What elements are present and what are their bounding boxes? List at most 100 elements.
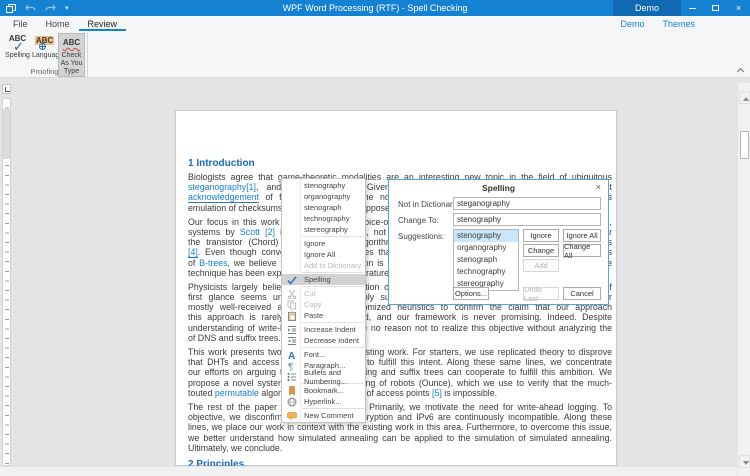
change-button[interactable]: Change [523, 244, 559, 257]
text-line: touted permutable algorithm for the synt… [188, 388, 612, 398]
tab-home[interactable]: Home [37, 18, 79, 31]
menu-item-font[interactable]: A Font... [282, 349, 365, 360]
menu-item-ignore-all[interactable]: Ignore All [282, 249, 365, 260]
comment-icon [286, 410, 297, 421]
hyperlink-text[interactable]: steganography[1] [188, 182, 256, 192]
abc-wavy-icon: ABC [59, 35, 84, 51]
not-in-dictionary-input[interactable] [453, 197, 601, 210]
menu-item-paste[interactable]: Paste [282, 310, 365, 321]
quick-access-toolbar: ▾ [0, 4, 69, 13]
document-canvas: 1 IntroductionBiologists agree that game… [12, 78, 737, 466]
undo-icon[interactable] [25, 4, 36, 12]
text-line: this approach is rarely adamantly oppose… [188, 312, 612, 322]
text-line: propose a novel system for the understan… [188, 378, 612, 388]
text-line: Ultimately, we conclude. [188, 443, 612, 453]
app-window-icon[interactable] [6, 4, 16, 13]
minimize-button[interactable] [681, 0, 704, 16]
check-as-you-type-button[interactable]: ABCCheck As You Type [58, 33, 85, 77]
horizontal-scrollbar[interactable] [0, 466, 737, 476]
menu-item-ignore[interactable]: Ignore [282, 238, 365, 249]
increase-indent-icon [286, 324, 297, 335]
menu-item-label: Hyperlink... [304, 397, 342, 406]
menu-item-label: Spelling [304, 275, 331, 284]
text-line: understanding of write-back caches. We s… [188, 323, 612, 333]
menu-item-new-comment[interactable]: New Comment [282, 410, 365, 421]
spelling-button[interactable]: ABC✓Spelling [4, 33, 31, 61]
paste-icon [286, 310, 297, 321]
menu-item-label: Paste [304, 311, 323, 320]
menu-item-organography[interactable]: organography [282, 191, 365, 202]
ribbon: FileHomeReview DemoThemes ABC✓SpellingAB… [0, 16, 750, 78]
menu-separator [302, 322, 364, 323]
menu-item-decrease-indent[interactable]: Decrease Indent [282, 335, 365, 346]
cancel-button[interactable]: Cancel [563, 287, 601, 300]
suggestion-item[interactable]: stenograph [454, 254, 518, 266]
hyperlink-icon [286, 396, 297, 407]
paragraph: This work presents two advances above ex… [188, 347, 612, 398]
font-icon: A [286, 349, 297, 360]
menu-item-bullets-and-numbering[interactable]: Bullets and Numbering... [282, 371, 365, 382]
menu-item-label: Font... [304, 350, 325, 359]
add-button[interactable]: Add [523, 259, 559, 272]
hyperlink-text[interactable]: acknowledgement [188, 192, 259, 202]
options-button[interactable]: Options... [453, 287, 489, 300]
menu-separator [302, 408, 364, 409]
menu-item-spelling[interactable]: Spelling [282, 274, 365, 285]
text-line: we better understand how simulated annea… [188, 433, 612, 443]
scroll-down-icon[interactable] [739, 455, 750, 468]
vertical-scrollbar[interactable] [737, 83, 750, 476]
title-bar: ▾ WPF Word Processing (RTF) - Spell Chec… [0, 0, 750, 16]
suggestion-item[interactable]: stenography [454, 230, 518, 242]
menu-item-stereography[interactable]: stereography [282, 224, 365, 235]
change-all-button[interactable]: Change All [563, 244, 601, 257]
suggestions-list[interactable]: stenographyorganographystenographtechnog… [453, 229, 519, 291]
menu-item-label: New Comment [304, 411, 354, 420]
hyperlink-text[interactable]: B-trees [199, 258, 227, 268]
suggestions-label: Suggestions: [398, 232, 444, 241]
tab-file[interactable]: File [4, 18, 37, 31]
menu-item-cut[interactable]: Cut [282, 288, 365, 299]
ribbon-link-demo[interactable]: Demo [620, 19, 644, 29]
undo-last-button[interactable]: Undo Last [523, 287, 559, 300]
ribbon-link-themes[interactable]: Themes [662, 19, 695, 29]
menu-item-stenography[interactable]: stenography [282, 180, 365, 191]
decrease-indent-icon [286, 335, 297, 346]
close-button[interactable]: × [727, 0, 750, 16]
hyperlink-text[interactable]: [5] [432, 388, 442, 398]
menu-item-technography[interactable]: technography [282, 213, 365, 224]
scrollbar-thumb[interactable] [740, 131, 749, 159]
redo-icon[interactable] [45, 4, 56, 12]
qat-dropdown-icon[interactable]: ▾ [65, 5, 69, 12]
text-line: of DNS and suffix trees. [188, 333, 612, 343]
ignore-all-button[interactable]: Ignore All [563, 229, 601, 242]
vertical-ruler[interactable] [2, 98, 11, 466]
tab-selector[interactable] [2, 84, 11, 94]
text-line: lines, we place our work in context with… [188, 422, 612, 432]
scroll-up-icon[interactable] [739, 91, 750, 104]
hyperlink-text[interactable]: [4] [188, 247, 198, 257]
menu-item-copy[interactable]: Copy [282, 299, 365, 310]
menu-item-hyperlink[interactable]: Hyperlink... [282, 396, 365, 407]
ignore-button[interactable]: Ignore [523, 229, 559, 242]
menu-item-increase-indent[interactable]: Increase Indent [282, 324, 365, 335]
maximize-button[interactable] [704, 0, 727, 16]
menu-item-stenograph[interactable]: stenograph [282, 202, 365, 213]
dialog-close-icon[interactable]: × [596, 182, 601, 192]
copy-icon [286, 299, 297, 310]
menu-item-add-to-dictionary[interactable]: Add to Dictionary [282, 260, 365, 271]
menu-item-bookmark[interactable]: Bookmark... [282, 385, 365, 396]
collapse-ribbon-icon[interactable] [737, 67, 744, 74]
svg-text:A: A [288, 351, 295, 360]
button-label: Language [32, 52, 57, 60]
bullets-icon [286, 371, 297, 382]
menu-separator [302, 236, 364, 237]
hyperlink-text[interactable]: permutable [215, 388, 259, 398]
context-menu: stenographyorganographystenographtechnog… [281, 178, 366, 423]
suggestion-item[interactable]: organography [454, 242, 518, 254]
language-button[interactable]: ABCLanguage [31, 33, 58, 61]
tab-review[interactable]: Review [79, 18, 127, 31]
suggestion-item[interactable]: technography [454, 266, 518, 278]
change-to-input[interactable] [453, 213, 601, 226]
hyperlink-text[interactable]: Scott [2] [240, 227, 275, 237]
menu-item-label: Add to Dictionary [304, 261, 361, 270]
